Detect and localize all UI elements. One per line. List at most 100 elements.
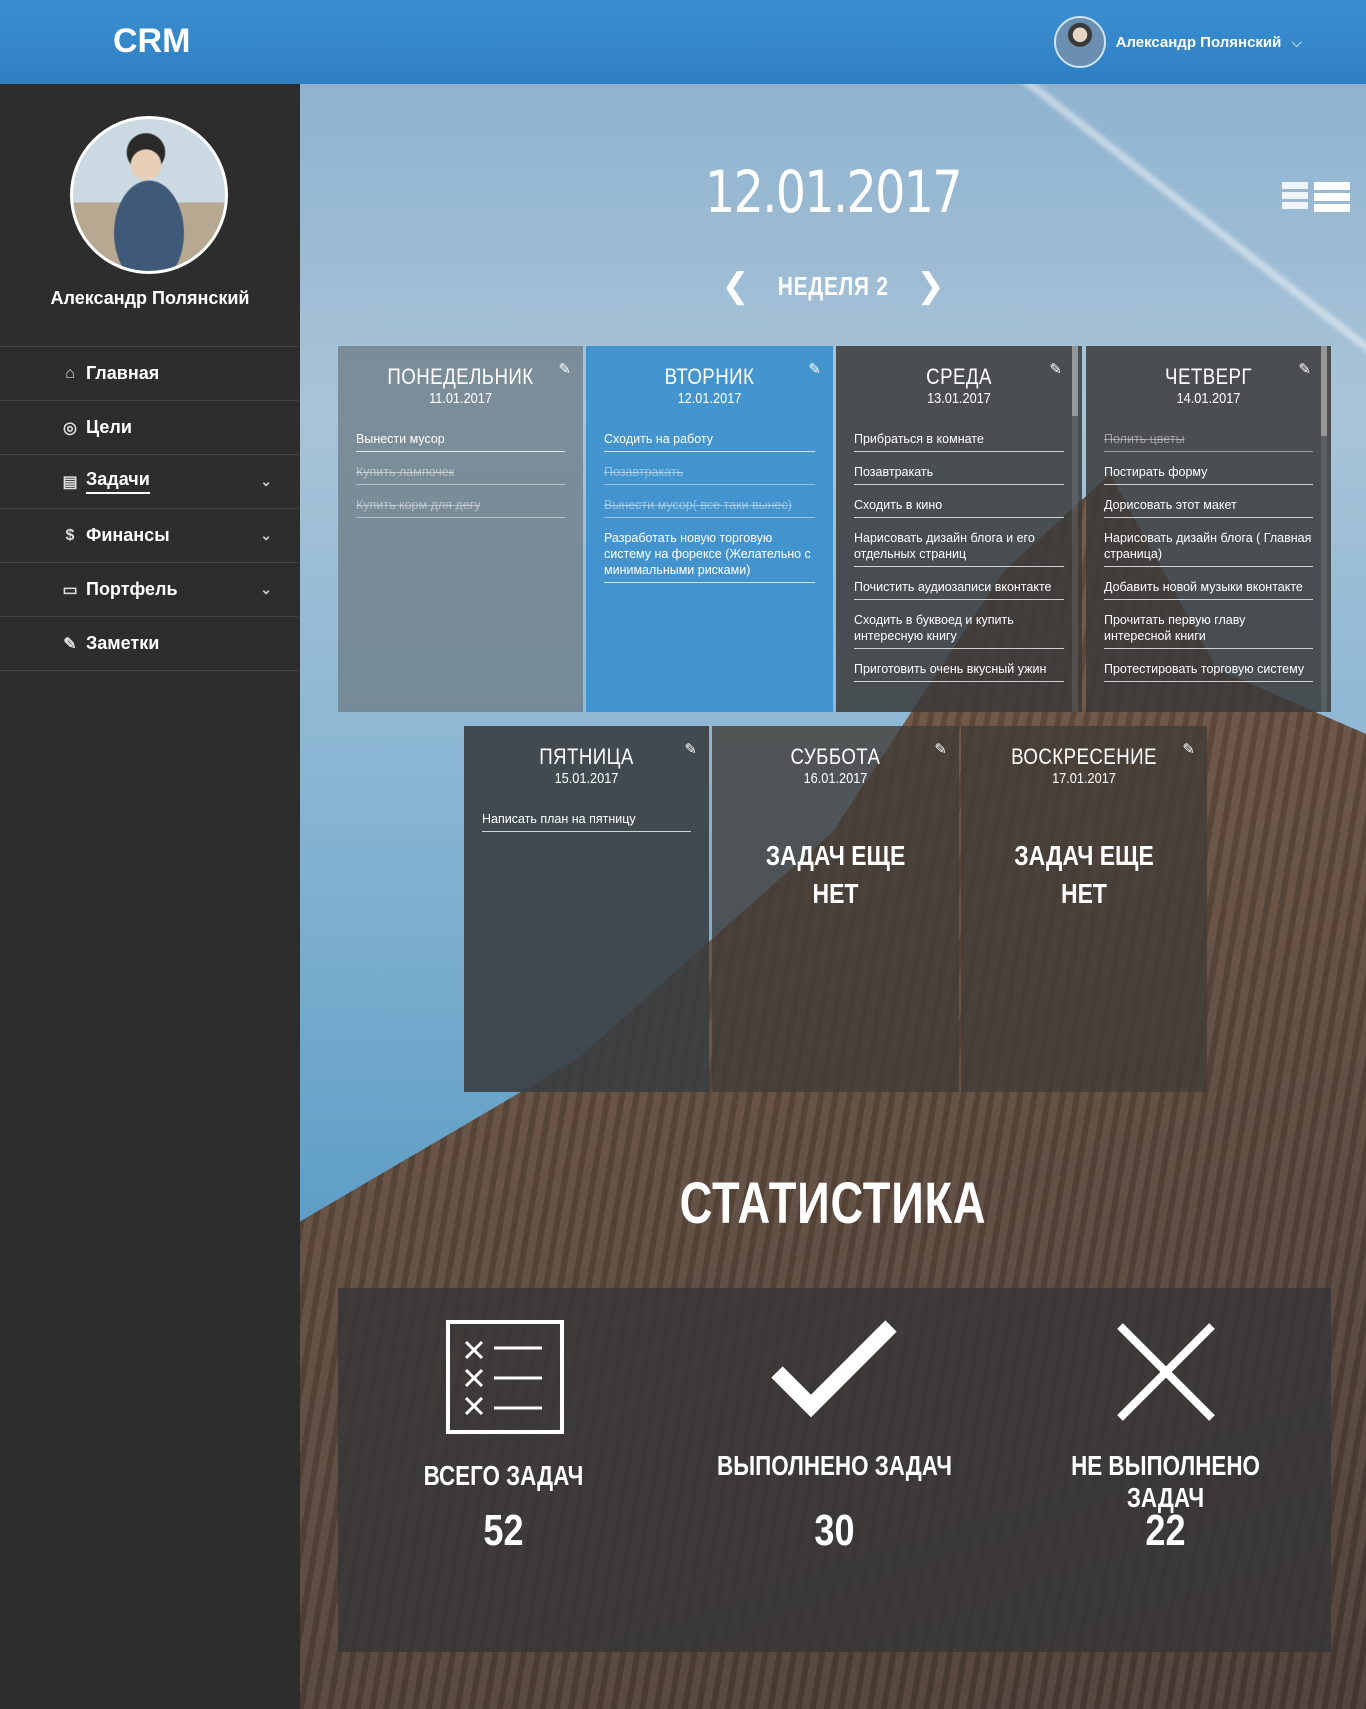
close-icon bbox=[1117, 1323, 1215, 1421]
day-name: СУББОТА bbox=[790, 744, 881, 769]
sidebar-item-portfolio[interactable]: ▭ Портфель ⌄ bbox=[0, 563, 298, 617]
day-name: ВТОРНИК bbox=[664, 364, 755, 389]
chevron-down-icon[interactable]: ⌄ bbox=[260, 581, 272, 598]
task-list: Прибраться в комнате Позавтракать Сходить … bbox=[854, 425, 1064, 682]
logo[interactable]: CRM bbox=[113, 22, 190, 61]
task-item[interactable]: Позавтракать bbox=[604, 458, 815, 485]
task-item[interactable]: Сходить в кино bbox=[854, 491, 1064, 518]
day-date: 17.01.2017 bbox=[1052, 770, 1116, 787]
task-item[interactable]: Сходить в буквоед и купить интересную кн… bbox=[854, 606, 1064, 649]
task-item[interactable]: Сходить на работу bbox=[604, 425, 815, 452]
list-view-icon[interactable] bbox=[1314, 182, 1350, 212]
sidebar-item-notes[interactable]: ✎ Заметки bbox=[0, 617, 298, 671]
day-date: 11.01.2017 bbox=[429, 390, 492, 407]
task-list: Вынести мусор Купить лампочек Купить корм … bbox=[356, 425, 565, 518]
day-date: 14.01.2017 bbox=[1176, 390, 1241, 407]
task-list: Сходить на работу Позавтракать Вынести мус… bbox=[604, 425, 815, 583]
task-item[interactable]: Протестировать торговую систему bbox=[1104, 655, 1313, 682]
user-menu[interactable]: Александр Полянский ⌵ bbox=[1053, 16, 1302, 68]
home-icon: ⌂ bbox=[65, 364, 75, 382]
edit-icon[interactable]: ✎ bbox=[684, 740, 697, 758]
sidebar-item-label: Заметки bbox=[86, 633, 160, 653]
task-item[interactable]: Постирать форму bbox=[1104, 458, 1313, 485]
sidebar-item-tasks[interactable]: ▤ Задачи ⌄ bbox=[0, 455, 298, 509]
task-item[interactable]: Купить лампочек bbox=[356, 458, 565, 485]
sidebar-item-label: Главная bbox=[86, 363, 160, 383]
week-navigation: ❮ НЕДЕЛЯ 2 ❯ bbox=[300, 266, 1366, 306]
scrollbar[interactable] bbox=[1321, 346, 1327, 712]
sidebar-user-name: Александр Полянский bbox=[50, 288, 250, 308]
task-list: Полить цветы Постирать форму Дорисовать эт… bbox=[1104, 425, 1313, 682]
scrollbar[interactable] bbox=[1072, 346, 1078, 712]
current-date: 12.01.2017 bbox=[705, 158, 963, 226]
day-name: ВОСКРЕСЕНИЕ bbox=[1011, 744, 1157, 769]
sidebar-nav: ⌂ Главная ◎ Цели ▤ Задачи ⌄ $ Финансы ⌄ … bbox=[0, 346, 298, 671]
edit-icon[interactable]: ✎ bbox=[808, 360, 821, 378]
stat-total: ВСЕГО ЗАДАЧ 52 bbox=[338, 1288, 669, 1652]
target-icon: ◎ bbox=[63, 419, 77, 437]
stat-total-value: 52 bbox=[483, 1506, 524, 1555]
sidebar-item-home[interactable]: ⌂ Главная bbox=[0, 347, 298, 401]
day-card-wednesday: ✎ СРЕДА 13.01.2017 Прибраться в комнате П… bbox=[836, 346, 1082, 712]
task-item[interactable]: Позавтракать bbox=[854, 458, 1064, 485]
chevron-down-icon[interactable]: ⌄ bbox=[260, 473, 272, 490]
day-card-sunday: ✎ ВОСКРЕСЕНИЕ 17.01.2017 ЗАДАЧ ЕЩЕ НЕТ bbox=[961, 726, 1207, 1092]
task-list: Написать план на пятницу bbox=[482, 805, 691, 832]
edit-icon[interactable]: ✎ bbox=[558, 360, 571, 378]
task-item[interactable]: Добавить новой музыки вконтакте bbox=[1104, 573, 1313, 600]
edit-icon[interactable]: ✎ bbox=[1182, 740, 1195, 758]
avatar[interactable] bbox=[1053, 16, 1106, 68]
stat-done-label: ВЫПОЛНЕНО ЗАДАЧ bbox=[717, 1450, 952, 1481]
task-item[interactable]: Полить цветы bbox=[1104, 425, 1313, 452]
task-item[interactable]: Прибраться в комнате bbox=[854, 425, 1064, 452]
sidebar: Александр Полянский ⌂ Главная ◎ Цели ▤ З… bbox=[0, 84, 300, 1709]
pencil-icon: ✎ bbox=[63, 635, 77, 653]
edit-icon[interactable]: ✎ bbox=[934, 740, 947, 758]
day-name: ПЯТНИЦА bbox=[539, 744, 634, 769]
day-date: 12.01.2017 bbox=[677, 390, 742, 407]
view-toggle bbox=[1282, 182, 1350, 212]
task-item[interactable]: Нарисовать дизайн блога и его отдельных … bbox=[854, 524, 1064, 567]
sidebar-item-goals[interactable]: ◎ Цели bbox=[0, 401, 298, 455]
profile-avatar[interactable] bbox=[70, 116, 228, 274]
stat-done: ВЫПОЛНЕНО ЗАДАЧ 30 bbox=[669, 1288, 1000, 1652]
day-card-thursday: ✎ ЧЕТВЕРГ 14.01.2017 Полить цветы Постира… bbox=[1086, 346, 1331, 712]
day-card-monday: ✎ ПОНЕДЕЛЬНИК 11.01.2017 Вынести мусор Ку… bbox=[338, 346, 583, 712]
task-item[interactable]: Прочитать первую главу интересной книги bbox=[1104, 606, 1313, 649]
edit-icon[interactable]: ✎ bbox=[1049, 360, 1062, 378]
empty-tasks-message: ЗАДАЧ ЕЩЕ НЕТ bbox=[1014, 840, 1154, 909]
task-item[interactable]: Написать план на пятницу bbox=[482, 805, 691, 832]
header-user-name[interactable]: Александр Полянский bbox=[1116, 34, 1282, 51]
task-item[interactable]: Почистить аудиозаписи вконтакте bbox=[854, 573, 1064, 600]
stat-undone-value: 22 bbox=[1145, 1506, 1186, 1555]
next-week-icon[interactable]: ❯ bbox=[902, 266, 959, 306]
scrollbar-thumb[interactable] bbox=[1321, 346, 1327, 436]
task-item[interactable]: Дорисовать этот макет bbox=[1104, 491, 1313, 518]
scrollbar-thumb[interactable] bbox=[1072, 346, 1078, 416]
top-header: CRM Александр Полянский ⌵ bbox=[0, 0, 1366, 84]
sidebar-item-label: Цели bbox=[86, 417, 132, 437]
empty-tasks-message: ЗАДАЧ ЕЩЕ НЕТ bbox=[765, 840, 906, 909]
task-item[interactable]: Приготовить очень вкусный ужин bbox=[854, 655, 1064, 682]
task-item[interactable]: Нарисовать дизайн блога ( Главная страни… bbox=[1104, 524, 1313, 567]
task-item[interactable]: Вынести мусор( все таки вынес) bbox=[604, 491, 815, 518]
chevron-down-icon[interactable]: ⌄ bbox=[260, 527, 272, 544]
stat-total-label: ВСЕГО ЗАДАЧ bbox=[423, 1460, 584, 1491]
day-date: 13.01.2017 bbox=[927, 390, 991, 407]
day-name: ЧЕТВЕРГ bbox=[1165, 364, 1252, 389]
grid-view-icon[interactable] bbox=[1282, 182, 1308, 212]
document-icon: ▤ bbox=[62, 473, 78, 491]
task-item[interactable]: Купить корм для дегу bbox=[356, 491, 565, 518]
stats-panel: ВСЕГО ЗАДАЧ 52 ВЫПОЛНЕНО ЗАДАЧ 30 НЕ ВЫП… bbox=[338, 1288, 1331, 1652]
stats-title: СТАТИСТИКА bbox=[679, 1171, 987, 1236]
chevron-down-icon[interactable]: ⌵ bbox=[1291, 34, 1302, 51]
checklist-icon bbox=[446, 1320, 564, 1434]
prev-week-icon[interactable]: ❮ bbox=[707, 266, 764, 306]
task-item[interactable]: Разработать новую торговую систему на фо… bbox=[604, 524, 815, 583]
sidebar-item-label: Финансы bbox=[86, 525, 170, 545]
task-item[interactable]: Вынести мусор bbox=[356, 425, 565, 452]
edit-icon[interactable]: ✎ bbox=[1298, 360, 1311, 378]
sidebar-item-label: Задачи bbox=[86, 469, 150, 494]
day-name: СРЕДА bbox=[926, 364, 992, 389]
sidebar-item-finance[interactable]: $ Финансы ⌄ bbox=[0, 509, 298, 563]
